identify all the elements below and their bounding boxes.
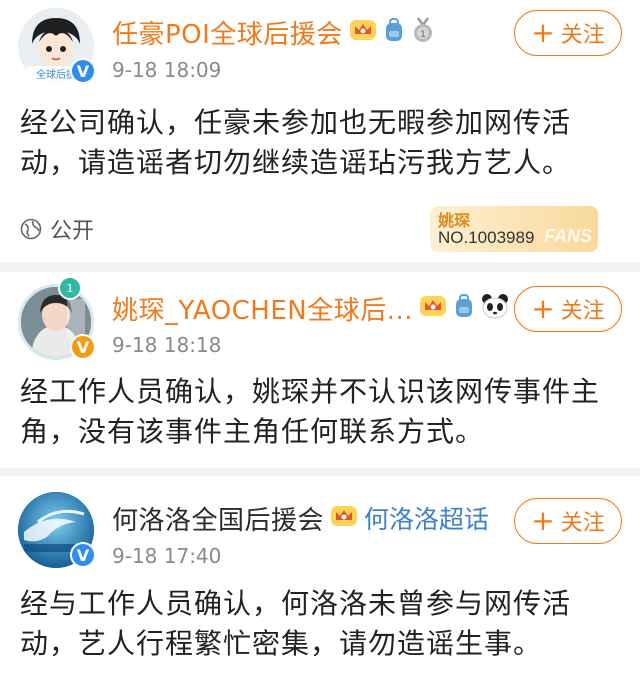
backpack-badge-icon [453, 293, 475, 323]
avatar[interactable]: 1 V [18, 276, 96, 360]
follow-label: 关注 [560, 299, 605, 324]
post-1: 全球后援 V 任豪POI全球后援会 1 9-18 18:09 + 关注 经公司确… [0, 0, 640, 262]
avatar[interactable]: 全球后援 V [18, 8, 96, 84]
supertopic-link[interactable]: 何洛洛超话 [364, 500, 489, 536]
post-divider [0, 468, 640, 476]
account-name[interactable]: 任豪POI全球后援会 [112, 14, 343, 51]
fans-card[interactable]: 姚琛 NO.1003989 FANS [430, 206, 598, 252]
globe-icon [20, 218, 42, 240]
follow-button[interactable]: + 关注 [514, 286, 622, 332]
verified-badge-icon: V [70, 58, 96, 84]
panda-badge-icon [481, 293, 509, 323]
name-row: 何洛洛全国后援会 何洛洛超话 [112, 498, 489, 538]
plus-icon: + [531, 16, 555, 49]
follow-button[interactable]: + 关注 [514, 498, 622, 544]
svg-text:1: 1 [420, 30, 426, 40]
post-time: 9-18 18:18 [112, 333, 222, 357]
crown-badge-icon [349, 18, 377, 46]
follow-label: 关注 [560, 23, 605, 48]
post-time: 9-18 17:40 [112, 544, 222, 568]
plus-icon: + [531, 504, 555, 537]
post-3: V 何洛洛全国后援会 何洛洛超话 9-18 17:40 + 关注 经与工作人员确… [0, 476, 640, 673]
fans-card-number: NO.1003989 [438, 228, 535, 247]
post-content: 经与工作人员确认，何洛洛未曾参与网传活动，艺人行程繁忙密集，请勿造谣生事。 [20, 587, 572, 660]
post-divider [0, 262, 640, 272]
name-row: 任豪POI全球后援会 1 [112, 12, 435, 52]
name-row: 姚琛_YAOCHEN全球后... [112, 288, 509, 328]
follow-label: 关注 [560, 511, 605, 536]
post-content: 经公司确认，任豪未参加也无暇参加网传活动，请造谣者切勿继续造谣玷污我方艺人。 [20, 106, 572, 179]
rank-badge-icon: 1 [58, 276, 82, 300]
crown-badge-icon [419, 294, 447, 322]
avatar[interactable]: V [18, 492, 96, 568]
account-name[interactable]: 何洛洛全国后援会 [112, 500, 324, 537]
backpack-badge-icon [383, 17, 405, 47]
account-name[interactable]: 姚琛_YAOCHEN全球后... [112, 290, 413, 327]
plus-icon: + [531, 292, 555, 325]
post-2: 1 V 姚琛_YAOCHEN全球后... 9-18 18:18 + 关注 经工作… [0, 272, 640, 468]
medal-badge-icon: 1 [411, 17, 435, 47]
crown-badge-icon [330, 504, 358, 532]
visibility-label: 公开 [50, 219, 95, 244]
follow-button[interactable]: + 关注 [514, 10, 622, 56]
verified-badge-icon: V [70, 542, 96, 568]
post-time: 9-18 18:09 [112, 58, 222, 82]
visibility-indicator[interactable]: 公开 [20, 213, 94, 245]
fans-card-word: FANS [543, 226, 592, 246]
post-content: 经工作人员确认，姚琛并不认识该网传事件主角，没有该事件主角任何联系方式。 [20, 375, 601, 448]
verified-badge-icon: V [70, 334, 96, 360]
